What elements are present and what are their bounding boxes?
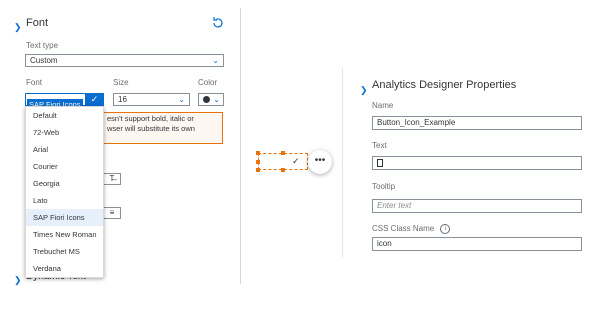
panel-divider: [240, 8, 241, 284]
font-option[interactable]: Times New Roman: [26, 226, 103, 243]
chevron-down-icon: ⌄: [178, 95, 185, 104]
info-icon[interactable]: i: [440, 224, 451, 234]
font-option[interactable]: Georgia: [26, 175, 103, 192]
properties-section-header[interactable]: ❯: [360, 80, 368, 98]
font-option[interactable]: Default: [26, 107, 103, 124]
checkmark-icon: ✓: [292, 156, 300, 166]
chevron-down-icon: ⌄: [212, 56, 219, 65]
text-type-value: Custom: [30, 56, 58, 65]
properties-title: Analytics Designer Properties: [372, 79, 517, 91]
more-options-button[interactable]: •••: [308, 150, 332, 174]
chevron-down-icon[interactable]: ✓: [85, 93, 104, 106]
text-style-button[interactable]: T̶: [103, 173, 121, 185]
css-class-label-text: CSS Class Name: [372, 224, 435, 234]
resize-handle[interactable]: [256, 160, 260, 164]
more-icon: •••: [314, 155, 326, 166]
resize-handle[interactable]: [281, 151, 285, 155]
font-section-title: Font: [26, 17, 49, 29]
color-label: Color: [198, 78, 218, 87]
strikethrough-icon: T̶: [109, 174, 115, 183]
resize-handle[interactable]: [256, 151, 260, 155]
reset-icon[interactable]: [211, 16, 225, 30]
size-label: Size: [113, 78, 129, 87]
resize-handle[interactable]: [256, 168, 260, 172]
expand-caret-icon: ❯: [14, 275, 22, 285]
font-option[interactable]: Arial: [26, 141, 103, 158]
font-option[interactable]: Courier: [26, 158, 103, 175]
css-class-input[interactable]: icon: [372, 237, 582, 251]
text-type-label: Text type: [26, 41, 59, 50]
chevron-down-icon: ⌄: [213, 95, 220, 104]
font-option[interactable]: Verdana: [26, 260, 103, 277]
warning-text-line-2: wser will substitute its own: [107, 124, 195, 133]
font-dropdown-list: Default 72-Web Arial Courier Georgia Lat…: [25, 106, 104, 278]
expand-caret-icon: ❯: [360, 85, 368, 95]
text-align-button[interactable]: ≡: [103, 207, 121, 219]
text-input[interactable]: [372, 156, 582, 170]
expand-caret-icon: ❯: [14, 22, 22, 32]
font-warning-message: esn't support bold, italic or wser will …: [102, 112, 223, 144]
font-option[interactable]: 72-Web: [26, 124, 103, 141]
color-picker[interactable]: ⌄: [198, 93, 224, 106]
font-section-header[interactable]: ❯: [14, 17, 22, 35]
dynamic-text-section-header[interactable]: ❯: [14, 270, 22, 288]
css-class-label: CSS Class Name i: [372, 224, 451, 234]
font-label: Font: [26, 78, 43, 87]
name-label: Name: [372, 101, 394, 110]
glyph-placeholder-icon: [377, 158, 383, 167]
name-input[interactable]: Button_Icon_Example: [372, 116, 582, 130]
color-swatch: [203, 96, 210, 103]
font-select[interactable]: SAP Fiori Icons ✓: [25, 93, 104, 110]
font-option[interactable]: Lato: [26, 192, 103, 209]
text-label: Text: [372, 141, 387, 150]
tooltip-input[interactable]: Enter text: [372, 199, 582, 213]
justify-icon: ≡: [109, 208, 115, 217]
font-styling-panel: ❯ Font Text type Custom ⌄ Font Size Colo…: [0, 0, 238, 322]
size-value: 16: [118, 95, 127, 104]
tooltip-label: Tooltip: [372, 182, 396, 191]
font-option[interactable]: Trebuchet MS: [26, 243, 103, 260]
warning-text-line-1: esn't support bold, italic or: [107, 114, 194, 123]
resize-handle[interactable]: [281, 168, 285, 172]
size-select[interactable]: 16 ⌄: [113, 93, 190, 106]
font-option-selected[interactable]: SAP Fiori Icons: [26, 209, 103, 226]
text-type-select[interactable]: Custom ⌄: [25, 54, 224, 67]
